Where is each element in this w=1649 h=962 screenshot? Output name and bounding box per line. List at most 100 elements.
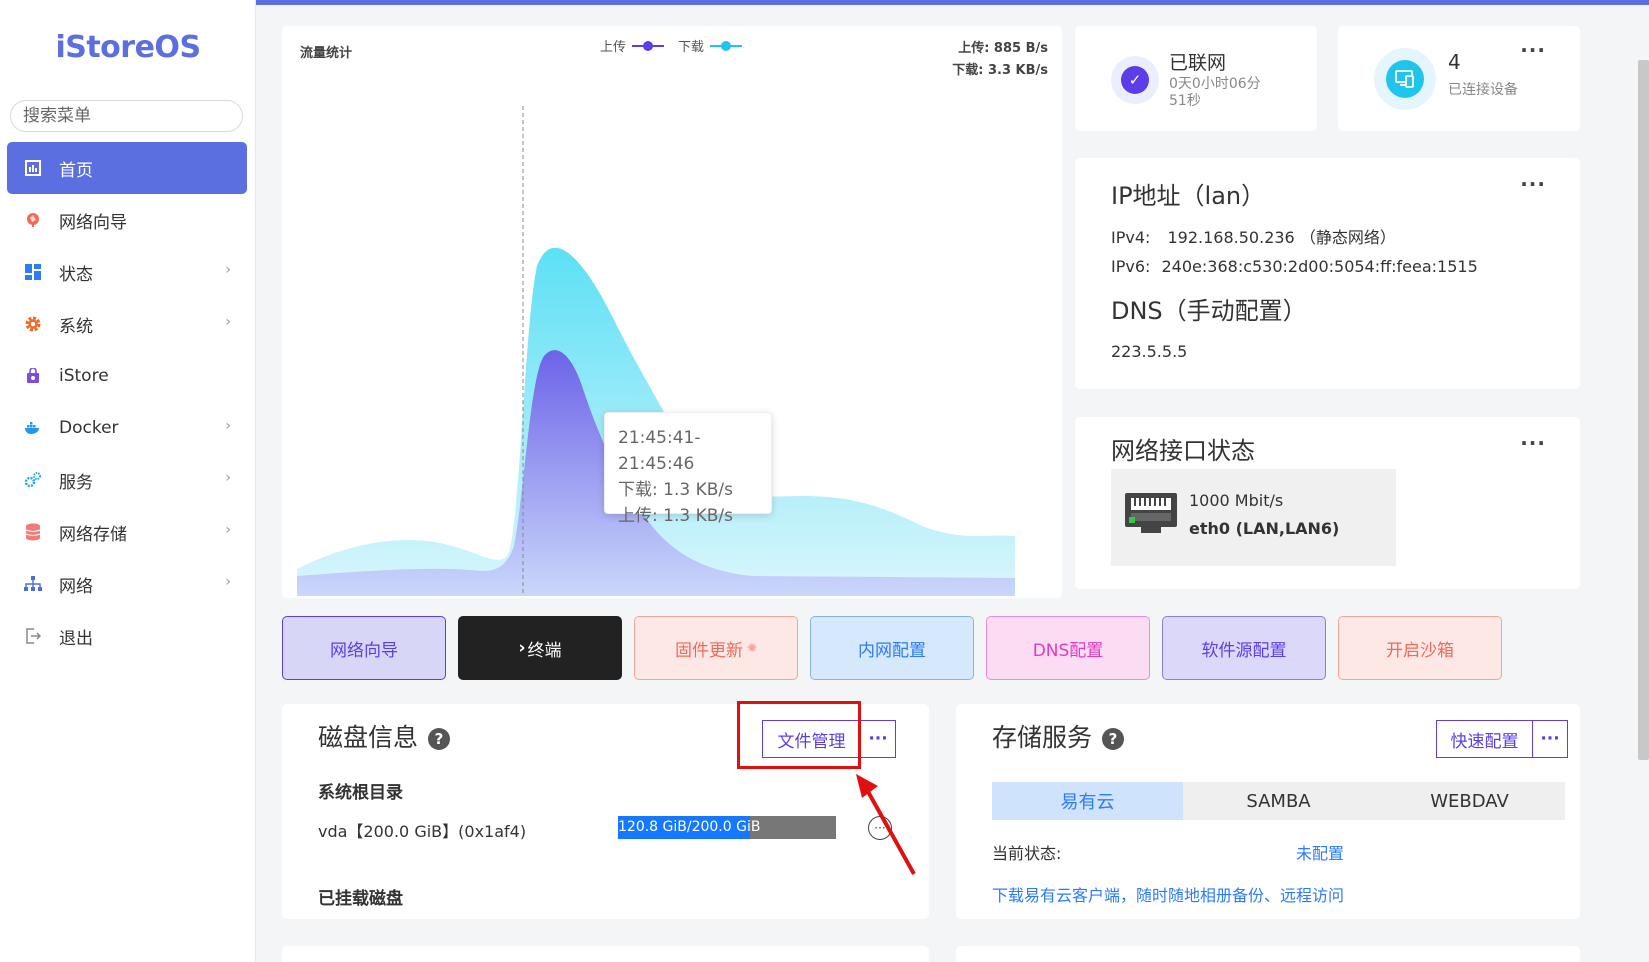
- storage-services-card: 存储服务? 快速配置 ··· 易有云 SAMBA WEBDAV 当前状态: 未配…: [956, 704, 1580, 919]
- quick-btn-terminal[interactable]: › 终端: [458, 616, 622, 680]
- ipv6-label: IPv6:: [1111, 257, 1151, 276]
- sidebar-item-system[interactable]: 系统 ›: [7, 298, 247, 350]
- sidebar-item-label: 网络向导: [59, 212, 127, 233]
- connected-devices-card[interactable]: 4 已连接设备 ···: [1338, 26, 1580, 131]
- interface-name: eth0 (LAN,LAN6): [1189, 519, 1340, 538]
- help-icon[interactable]: ?: [428, 728, 451, 750]
- devices-label: 已连接设备: [1448, 82, 1518, 98]
- more-options-button[interactable]: ···: [1520, 172, 1546, 196]
- sidebar-item-label: 首页: [59, 160, 93, 181]
- sidebar-item-status[interactable]: 状态 ›: [7, 246, 247, 298]
- interface-speed: 1000 Mbit/s: [1189, 491, 1284, 510]
- ip-title: IP地址（lan）: [1111, 182, 1266, 210]
- sidebar-item-home[interactable]: 首页: [7, 142, 247, 194]
- quick-btn-firmware-label: 固件更新: [674, 640, 743, 661]
- sidebar-item-docker[interactable]: Docker ›: [7, 402, 247, 454]
- database-icon: [23, 522, 43, 542]
- tab-samba[interactable]: SAMBA: [1183, 782, 1374, 820]
- disk-title-row: 磁盘信息?: [318, 718, 451, 754]
- sidebar-item-label: 状态: [59, 264, 93, 285]
- sidebar-item-services[interactable]: 服务 ›: [7, 454, 247, 506]
- root-dir-label: 系统根目录: [318, 783, 403, 803]
- sidebar-nav: 首页 网络向导 状态 › 系统 › iStore Docker › 服务 › 网…: [7, 142, 247, 662]
- sidebar-item-logout[interactable]: 退出: [7, 610, 247, 662]
- sidebar-item-label: 系统: [59, 316, 93, 337]
- dns-title: DNS（手动配置）: [1111, 297, 1307, 325]
- sidebar-item-label: 服务: [59, 472, 93, 493]
- chevron-right-icon: ›: [225, 418, 231, 434]
- chevron-right-icon: ›: [518, 638, 526, 658]
- status-value: 未配置: [1296, 844, 1345, 863]
- network-tree-icon: [23, 574, 43, 594]
- ipv4-value: 192.168.50.236 （静态网络）: [1167, 228, 1396, 247]
- chevron-right-icon: ›: [225, 522, 231, 538]
- more-options-button[interactable]: ···: [1520, 431, 1546, 455]
- quick-btn-sandbox[interactable]: 开启沙箱: [1338, 616, 1502, 680]
- tab-webdav[interactable]: WEBDAV: [1374, 782, 1565, 820]
- interface-title: 网络接口状态: [1111, 437, 1255, 465]
- search-menu-input[interactable]: [10, 100, 243, 132]
- sidebar-item-label: iStore: [59, 366, 109, 386]
- devices-icon: [1386, 60, 1424, 98]
- sidebar-item-network[interactable]: 网络 ›: [7, 558, 247, 610]
- ip-address-card: IP地址（lan） ··· IPv4: 192.168.50.236 （静态网络…: [1075, 158, 1580, 389]
- check-icon: ✓: [1121, 66, 1149, 94]
- quick-config-button[interactable]: 快速配置: [1436, 720, 1532, 758]
- help-icon[interactable]: ?: [1102, 728, 1125, 750]
- traffic-chart-card: 流量统计 上传 下载 上传: 885 B/s 下载: 3.3 KB/s 21:4…: [282, 26, 1062, 598]
- logout-icon: [23, 626, 43, 646]
- quick-btn-lan-config[interactable]: 内网配置: [810, 616, 974, 680]
- storage-title-row: 存储服务?: [992, 718, 1125, 754]
- annotation-highlight-box: [737, 701, 861, 769]
- uptime: 0天0小时06分51秒: [1169, 76, 1261, 109]
- tooltip-download: 下载: 1.3 KB/s: [618, 480, 733, 500]
- chevron-right-icon: ›: [225, 574, 231, 590]
- tab-yiyouyun[interactable]: 易有云: [992, 782, 1183, 820]
- sidebar: iStoreOS 首页 网络向导 状态 › 系统 ›: [0, 0, 256, 962]
- sidebar-item-nas[interactable]: 网络存储 ›: [7, 506, 247, 558]
- sidebar-item-istore[interactable]: iStore: [7, 350, 247, 402]
- wizard-icon: [23, 210, 43, 230]
- quick-btn-software-source[interactable]: 软件源配置: [1162, 616, 1326, 680]
- more-options-button[interactable]: ···: [1520, 38, 1546, 62]
- chevron-right-icon: ›: [225, 262, 231, 278]
- ipv4-label: IPv4:: [1111, 228, 1151, 247]
- chevron-right-icon: ›: [225, 470, 231, 486]
- chevron-right-icon: ›: [225, 314, 231, 330]
- devices-badge: [1374, 48, 1436, 110]
- disk-usage-text: 120.8 GiB/200.0 GiB: [618, 819, 761, 835]
- quick-btn-firmware[interactable]: 固件更新 ✺: [634, 616, 798, 680]
- connection-status: 已联网: [1169, 52, 1227, 74]
- mounted-disks-label: 已挂载磁盘: [318, 889, 403, 909]
- sidebar-item-wizard[interactable]: 网络向导: [7, 194, 247, 246]
- quick-btn-wizard[interactable]: 网络向导: [282, 616, 446, 680]
- tooltip-upload: 上传: 1.3 KB/s: [618, 506, 733, 526]
- home-icon: [23, 158, 43, 178]
- disk-title: 磁盘信息: [318, 723, 419, 752]
- more-options-button[interactable]: ···: [860, 720, 896, 758]
- download-client-link[interactable]: 下载易有云客户端，随时随地相册备份、远程访问: [992, 882, 1344, 906]
- bottom-card-right: [956, 946, 1580, 962]
- dns-value: 223.5.5.5: [1111, 342, 1188, 361]
- ipv6-line: IPv6: 240e:368:c530:2d00:5054:ff:feea:15…: [1111, 257, 1478, 276]
- app-logo[interactable]: iStoreOS: [0, 30, 256, 65]
- quick-btn-dns-config[interactable]: DNS配置: [986, 616, 1150, 680]
- chart-tooltip: 21:45:41-21:45:46 下载: 1.3 KB/s 上传: 1.3 K…: [604, 412, 772, 526]
- loading-spinner-icon: ✺: [746, 641, 758, 655]
- docker-whale-icon: [23, 418, 43, 438]
- cogs-icon: [23, 470, 43, 490]
- interface-item-eth0[interactable]: 1000 Mbit/s eth0 (LAN,LAN6): [1111, 469, 1396, 566]
- devices-count: 4: [1448, 50, 1461, 74]
- ipv6-value: 240e:368:c530:2d00:5054:ff:feea:1515: [1161, 257, 1478, 276]
- gear-icon: [23, 314, 43, 334]
- disk-usage-bar: 120.8 GiB/200.0 GiB: [618, 816, 836, 839]
- sidebar-item-label: Docker: [59, 418, 119, 438]
- sidebar-item-label: 网络存储: [59, 524, 127, 545]
- page-scrollbar[interactable]: [1638, 60, 1649, 760]
- ipv4-line: IPv4: 192.168.50.236 （静态网络）: [1111, 224, 1396, 248]
- quick-btn-terminal-label: 终端: [527, 640, 562, 661]
- annotation-arrow: [856, 774, 916, 875]
- interface-status-card: 网络接口状态 ··· 1000 Mbit/s eth0 (LAN,LAN6): [1075, 417, 1580, 589]
- more-options-button[interactable]: ···: [1532, 720, 1568, 758]
- tooltip-time: 21:45:41-21:45:46: [618, 428, 701, 474]
